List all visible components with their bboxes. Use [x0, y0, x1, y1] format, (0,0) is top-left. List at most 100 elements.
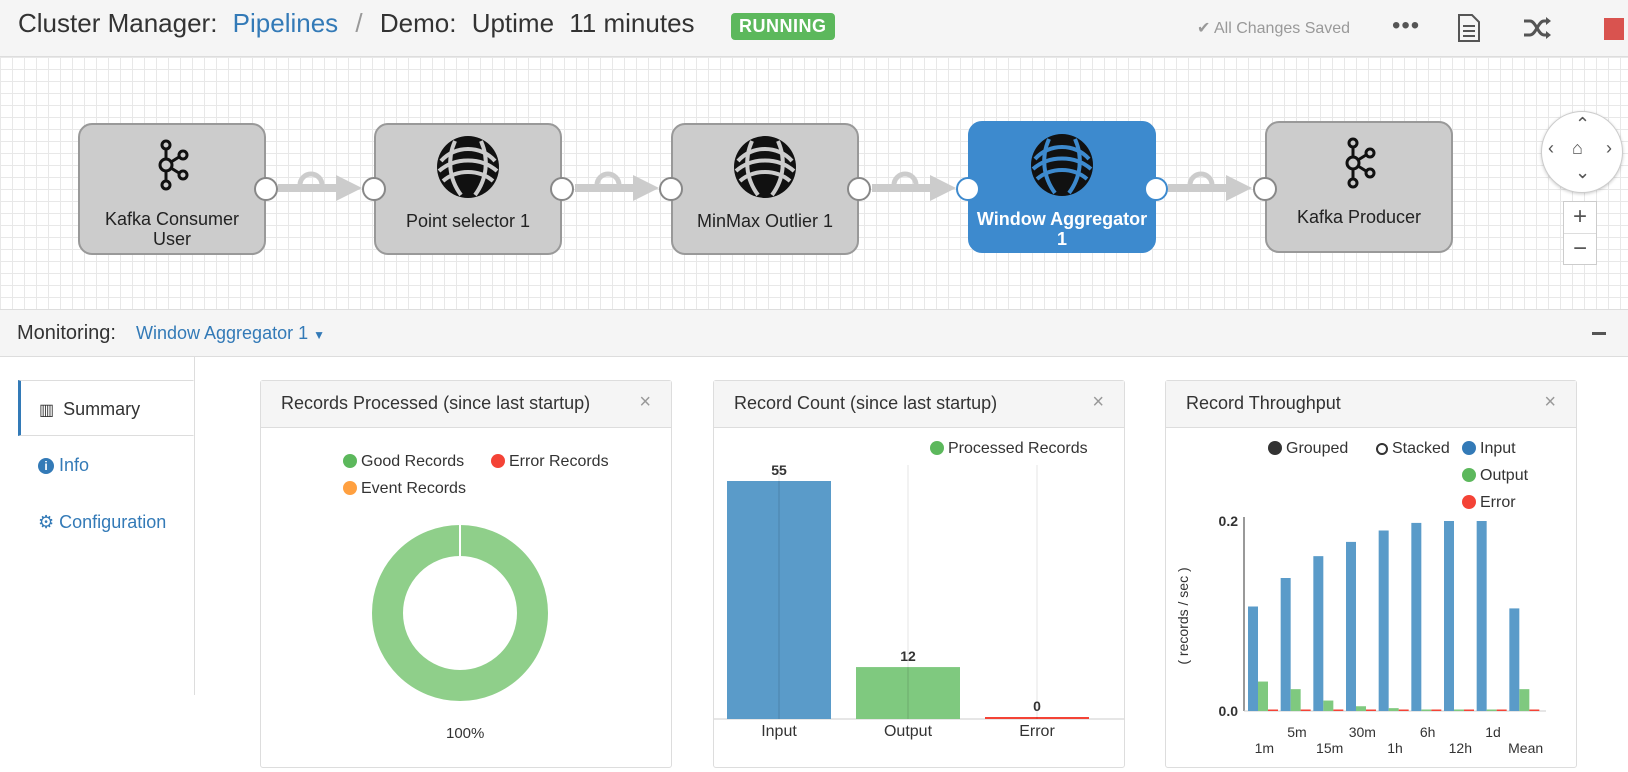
tab-label: Configuration: [59, 512, 167, 532]
bar-input-1d: [1476, 521, 1487, 711]
records-processed-panel: Records Processed (since last startup) ×…: [260, 380, 672, 768]
bar-input-12h: [1444, 521, 1454, 711]
title-prefix: Cluster Manager:: [18, 8, 218, 38]
stage-label: Point selector 1: [405, 211, 531, 231]
bar-error-12h: [1464, 709, 1474, 711]
stage-label: Window Aggregator 1: [976, 209, 1148, 249]
bar-error-5m: [1300, 709, 1311, 711]
record-count-bar-chart: 55 Input 12 Output 0 Error: [714, 462, 1124, 740]
tab-info[interactable]: i Info: [18, 437, 194, 493]
bar-output-1m: [1258, 681, 1268, 711]
stage-selector-dropdown[interactable]: Window Aggregator 1 ▼: [136, 323, 325, 344]
uptime-value: 11 minutes: [569, 8, 695, 38]
shuffle-icon[interactable]: [1522, 16, 1552, 40]
bar-error-1h: [1398, 709, 1409, 711]
x-tick-label: 12h: [1449, 740, 1472, 756]
save-status: ✔ All Changes Saved: [1197, 18, 1350, 38]
output-port[interactable]: [254, 177, 278, 201]
tick-label: Error: [1019, 723, 1055, 740]
record-throughput-panel: Record Throughput × Grouped Stacked Inpu…: [1165, 380, 1577, 768]
stop-button[interactable]: [1604, 18, 1624, 40]
zoom-in-icon[interactable]: +: [1564, 202, 1596, 234]
home-icon[interactable]: ⌂: [1572, 138, 1583, 159]
save-status-text: All Changes Saved: [1213, 20, 1351, 37]
stage-node-point-selector[interactable]: Point selector 1: [362, 123, 574, 255]
pan-down-icon[interactable]: ⌃: [1575, 160, 1590, 181]
output-port[interactable]: [550, 177, 574, 201]
bar-input-5m: [1280, 578, 1291, 711]
bar-error-1d: [1496, 709, 1507, 711]
zoom-control[interactable]: + −: [1563, 201, 1597, 265]
y-tick-label: 0.0: [1219, 703, 1239, 719]
kafka-icon: [158, 139, 189, 191]
pipeline-canvas[interactable]: Kafka Consumer User Point selector 1 Min…: [0, 57, 1628, 310]
pan-up-icon[interactable]: ⌃: [1575, 114, 1590, 135]
pan-control[interactable]: ⌃ ⌃ ‹ › ⌂: [1541, 111, 1623, 193]
pipeline-name: Demo:: [379, 8, 457, 38]
bar-output-1d: [1486, 709, 1497, 711]
stage-node-minmax-outlier[interactable]: MinMax Outlier 1: [659, 123, 871, 255]
input-port[interactable]: [362, 177, 386, 201]
more-options-icon[interactable]: •••: [1392, 12, 1420, 40]
selected-stage: Window Aggregator 1: [136, 323, 309, 343]
input-port[interactable]: [1253, 177, 1277, 201]
zoom-out-icon[interactable]: −: [1564, 234, 1596, 265]
x-tick-label: 5m: [1287, 724, 1306, 740]
x-tick-label: 30m: [1349, 724, 1376, 740]
processor-icon: [1031, 134, 1093, 196]
donut-slice-good-records: [372, 525, 548, 701]
caret-down-icon: ▼: [313, 328, 326, 342]
stage-node-kafka-producer[interactable]: Kafka Producer: [1253, 121, 1453, 253]
uptime-label: Uptime: [471, 8, 555, 38]
stream-link-1[interactable]: [278, 167, 368, 207]
bar-input-15m: [1313, 556, 1324, 711]
stream-link-4[interactable]: [1168, 167, 1258, 207]
pan-right-icon[interactable]: ›: [1606, 138, 1612, 159]
bar-output-30m: [1356, 706, 1366, 711]
status-badge: RUNNING: [731, 13, 835, 40]
bar-input-30m: [1346, 541, 1356, 711]
bar-output-5m: [1290, 689, 1301, 711]
bar-input-1m: [1248, 606, 1258, 711]
data-label: 0: [1033, 698, 1041, 714]
bar-error-1m: [1268, 709, 1278, 711]
stage-node-kafka-consumer[interactable]: Kafka Consumer User: [78, 123, 278, 255]
document-icon[interactable]: [1458, 14, 1480, 42]
pipelines-breadcrumb-link[interactable]: Pipelines: [233, 8, 339, 38]
bar-output-6h: [1421, 709, 1432, 711]
bar-output-15m: [1323, 700, 1334, 711]
tab-label: Summary: [63, 399, 141, 419]
data-label: 55: [771, 462, 787, 478]
breadcrumb-separator: /: [355, 8, 363, 38]
input-port[interactable]: [659, 177, 683, 201]
pan-left-icon[interactable]: ‹: [1548, 138, 1554, 159]
monitoring-bar: Monitoring: Window Aggregator 1 ▼: [0, 310, 1628, 357]
bar-input-1h: [1378, 530, 1389, 711]
percent-label: 100%: [446, 725, 485, 742]
collapse-icon[interactable]: [1592, 332, 1606, 335]
stage-node-window-aggregator[interactable]: Window Aggregator 1: [956, 121, 1168, 253]
input-port[interactable]: [956, 177, 980, 201]
stream-link-2[interactable]: [575, 167, 665, 207]
page-title: Cluster Manager: Pipelines / Demo: Uptim…: [18, 8, 695, 39]
top-bar: Cluster Manager: Pipelines / Demo: Uptim…: [0, 0, 1628, 57]
tab-configuration[interactable]: ⚙ Configuration: [18, 494, 194, 550]
tick-label: Input: [761, 723, 797, 740]
bar-error-30m: [1366, 709, 1376, 711]
processor-icon: [437, 136, 499, 198]
stream-link-3[interactable]: [872, 167, 962, 207]
output-port[interactable]: [847, 177, 871, 201]
tab-summary[interactable]: ▥ Summary: [18, 380, 194, 436]
bar-input-mean: [1509, 608, 1520, 711]
stage-label: Kafka Producer: [1296, 207, 1422, 227]
stage-label: MinMax Outlier 1: [696, 211, 834, 231]
output-port[interactable]: [1144, 177, 1168, 201]
gear-icon: ⚙: [38, 512, 55, 532]
check-circle-icon: ✔: [1197, 20, 1211, 37]
bar-output-1h: [1388, 708, 1399, 711]
x-tick-label: 15m: [1316, 740, 1343, 756]
y-tick-label: 0.2: [1219, 513, 1239, 529]
processor-icon: [734, 136, 796, 198]
x-tick-label: 1d: [1485, 724, 1501, 740]
records-donut-chart: [372, 525, 548, 701]
